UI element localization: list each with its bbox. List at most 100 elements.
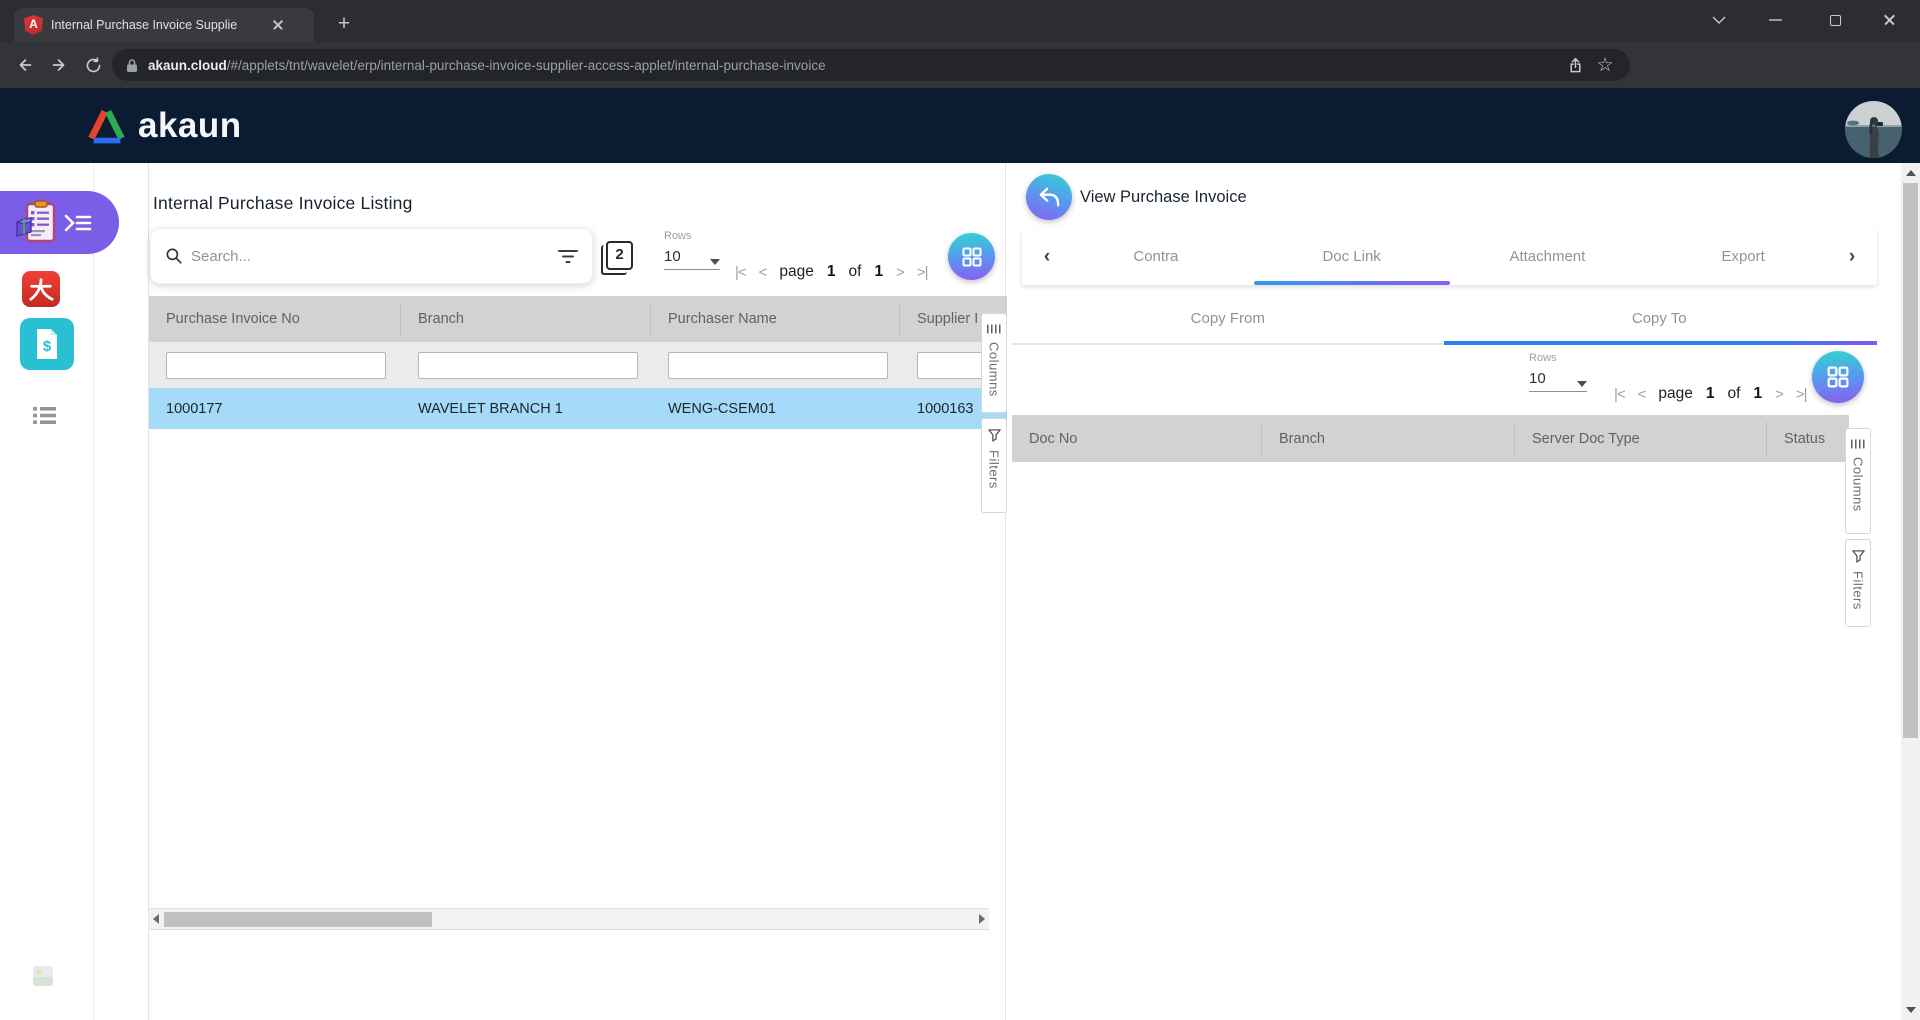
rows-per-page-select[interactable]: 10 bbox=[1529, 370, 1587, 392]
table-row-selected[interactable]: 1000177 WAVELET BRANCH 1 WENG-CSEM01 100… bbox=[149, 388, 1007, 429]
grip-icon bbox=[1850, 438, 1866, 450]
view-purchase-invoice-panel: View Purchase Invoice ‹ Contra Doc Link … bbox=[1012, 163, 1898, 1020]
last-page-button[interactable]: >| bbox=[1796, 386, 1807, 403]
active-tab-underline bbox=[1254, 281, 1450, 285]
user-avatar[interactable] bbox=[1845, 101, 1902, 158]
reload-icon[interactable] bbox=[76, 48, 110, 82]
purchase-invoice-listing-panel: Internal Purchase Invoice Listing 2 Rows… bbox=[148, 163, 1006, 1020]
window-close-button[interactable] bbox=[1866, 0, 1912, 40]
filter-input-purchaser-name[interactable] bbox=[668, 352, 888, 379]
sidebar-app-dahsing-icon[interactable] bbox=[22, 271, 60, 307]
prev-page-button[interactable]: < bbox=[759, 264, 767, 281]
window-maximize-button[interactable] bbox=[1812, 0, 1858, 40]
doc-link-table-header: Doc No Branch Server Doc Type Status bbox=[1012, 415, 1849, 462]
scroll-right-icon[interactable] bbox=[975, 909, 989, 929]
subtab-copy-from[interactable]: Copy From bbox=[1012, 293, 1444, 343]
next-page-button[interactable]: > bbox=[896, 264, 904, 281]
page-word: page bbox=[1658, 385, 1692, 403]
search-input[interactable] bbox=[191, 248, 558, 265]
next-page-button[interactable]: > bbox=[1775, 386, 1783, 403]
sidebar-list-icon[interactable] bbox=[32, 405, 57, 431]
last-page-button[interactable]: >| bbox=[917, 264, 928, 281]
copy-subtabs: Copy From Copy To bbox=[1012, 293, 1875, 345]
of-word: of bbox=[1728, 385, 1741, 403]
tab-doc-link[interactable]: Doc Link bbox=[1254, 228, 1450, 285]
filter-list-icon[interactable] bbox=[558, 249, 578, 264]
column-header[interactable]: Server Doc Type bbox=[1515, 415, 1767, 462]
listing-pagination: |< < page 1 of 1 > >| bbox=[735, 261, 928, 283]
prev-page-button[interactable]: < bbox=[1638, 386, 1646, 403]
cell-branch: WAVELET BRANCH 1 bbox=[401, 388, 651, 429]
scroll-up-icon[interactable] bbox=[1901, 163, 1920, 183]
subtab-copy-to[interactable]: Copy To bbox=[1444, 293, 1876, 343]
app-header: akaun bbox=[0, 88, 1920, 163]
screen: A Internal Purchase Invoice Supplie + bbox=[0, 0, 1920, 1020]
tab-title: Internal Purchase Invoice Supplie bbox=[51, 18, 269, 32]
back-nav-icon[interactable] bbox=[8, 48, 42, 82]
page-total: 1 bbox=[1753, 385, 1762, 403]
column-header[interactable]: Branch bbox=[401, 296, 651, 342]
url-bar[interactable]: akaun.cloud/#/applets/tnt/wavelet/erp/in… bbox=[112, 49, 1630, 81]
filter-input-purchase-invoice-no[interactable] bbox=[166, 352, 386, 379]
detail-pagination: |< < page 1 of 1 > >| bbox=[1614, 383, 1807, 405]
scroll-left-icon[interactable] bbox=[149, 909, 163, 929]
active-applet-pill[interactable] bbox=[0, 191, 119, 254]
page-vertical-scrollbar[interactable] bbox=[1901, 163, 1920, 1020]
scrollbar-thumb[interactable] bbox=[164, 912, 432, 927]
tab-contra[interactable]: Contra bbox=[1058, 228, 1254, 285]
page-number: 1 bbox=[827, 263, 836, 281]
scrollbar-thumb[interactable] bbox=[1903, 183, 1918, 738]
browser-toolbar: akaun.cloud/#/applets/tnt/wavelet/erp/in… bbox=[0, 42, 1920, 88]
sidebar-expand-icon[interactable] bbox=[64, 212, 92, 234]
detail-title: View Purchase Invoice bbox=[1080, 188, 1247, 207]
grid-view-button[interactable] bbox=[1812, 351, 1864, 403]
listing-table-header: Purchase Invoice No Branch Purchaser Nam… bbox=[149, 296, 1007, 342]
app-sidebar: $ bbox=[0, 163, 94, 1020]
tabs-scroll-right-icon[interactable]: › bbox=[1841, 246, 1863, 268]
listing-filter-row bbox=[149, 342, 1007, 388]
page-total: 1 bbox=[874, 263, 883, 281]
filter-input-branch[interactable] bbox=[418, 352, 638, 379]
tab-close-icon[interactable] bbox=[269, 16, 287, 34]
horizontal-scrollbar[interactable] bbox=[149, 908, 989, 930]
rows-per-page-select[interactable]: 10 bbox=[664, 248, 720, 270]
bookmark-star-icon[interactable]: ☆ bbox=[1590, 50, 1620, 80]
filters-side-tab[interactable]: Filters bbox=[981, 418, 1007, 513]
first-page-button[interactable]: |< bbox=[1614, 386, 1625, 403]
columns-side-tab[interactable]: Columns bbox=[981, 313, 1007, 413]
rows-per-page-control: Rows 10 bbox=[1529, 352, 1587, 392]
multi-page-view-icon[interactable]: 2 bbox=[601, 241, 634, 276]
tab-export[interactable]: Export bbox=[1645, 228, 1841, 285]
purchase-applet-icon bbox=[16, 200, 62, 246]
first-page-button[interactable]: |< bbox=[735, 264, 746, 281]
search-bar bbox=[150, 228, 593, 284]
column-header[interactable]: Purchase Invoice No bbox=[149, 296, 401, 342]
svg-text:$: $ bbox=[43, 338, 52, 355]
new-tab-button[interactable]: + bbox=[330, 10, 358, 38]
page-number: 1 bbox=[1706, 385, 1715, 403]
column-header[interactable]: Branch bbox=[1262, 415, 1515, 462]
akaun-logo-icon bbox=[88, 108, 126, 144]
window-profile-chevron-icon[interactable] bbox=[1696, 0, 1742, 40]
columns-side-tab[interactable]: Columns bbox=[1845, 428, 1871, 534]
tab-attachment[interactable]: Attachment bbox=[1450, 228, 1646, 285]
tabs-scroll-left-icon[interactable]: ‹ bbox=[1036, 246, 1058, 268]
browser-tabstrip: A Internal Purchase Invoice Supplie + bbox=[0, 0, 1920, 42]
sidebar-app-invoice-icon[interactable]: $ bbox=[20, 318, 74, 370]
share-icon[interactable] bbox=[1560, 50, 1590, 80]
thumbnail-image bbox=[33, 966, 53, 986]
column-header[interactable]: Status bbox=[1767, 415, 1849, 462]
browser-tab[interactable]: A Internal Purchase Invoice Supplie bbox=[14, 8, 314, 42]
scroll-down-icon[interactable] bbox=[1901, 1000, 1920, 1020]
forward-nav-icon[interactable] bbox=[42, 48, 76, 82]
window-minimize-button[interactable] bbox=[1752, 0, 1798, 40]
filters-side-tab[interactable]: Filters bbox=[1845, 539, 1871, 627]
rows-label: Rows bbox=[1529, 352, 1587, 364]
column-header[interactable]: Doc No bbox=[1012, 415, 1262, 462]
back-button[interactable] bbox=[1026, 174, 1072, 220]
lock-icon bbox=[126, 58, 138, 73]
rows-label: Rows bbox=[664, 230, 720, 242]
angular-favicon: A bbox=[24, 15, 43, 35]
grid-view-button[interactable] bbox=[948, 233, 995, 280]
column-header[interactable]: Purchaser Name bbox=[651, 296, 900, 342]
